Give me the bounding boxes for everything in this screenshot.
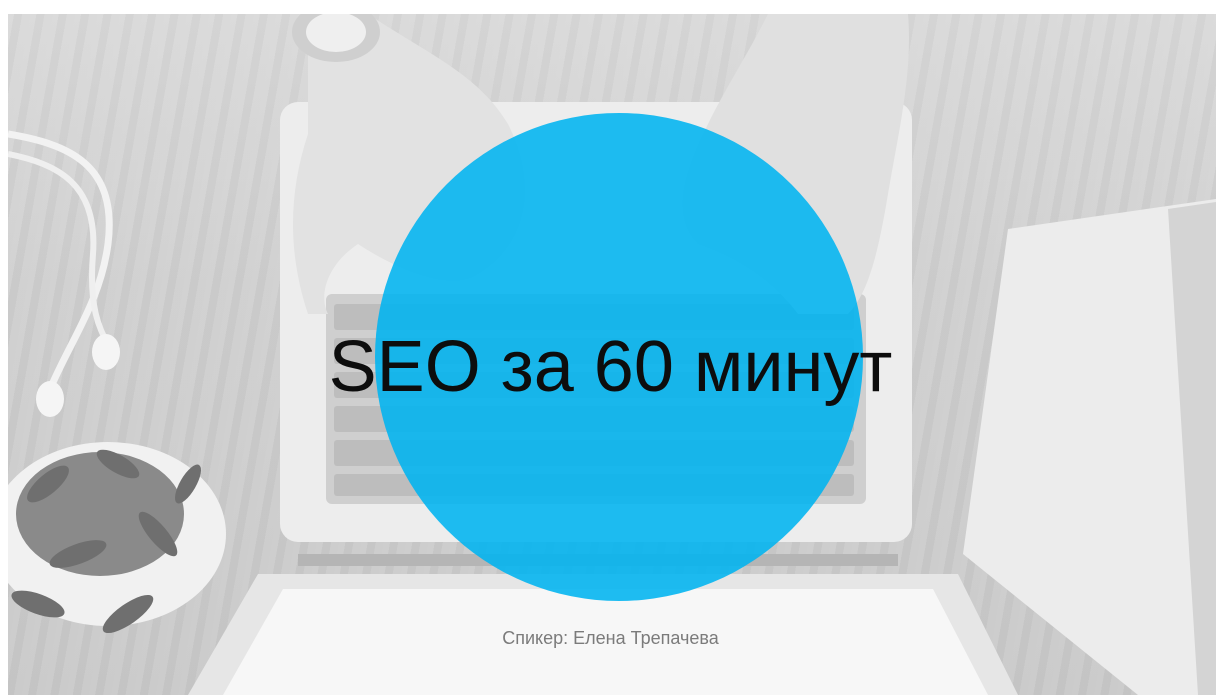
plant-soil [16,452,184,576]
presentation-slide: SEO за 60 минут Спикер: Елена Трепачева [0,0,1221,695]
earphone-cable-2 [8,151,111,346]
slide-title: SEO за 60 минут [328,327,893,407]
speaker-credit: Спикер: Елена Трепачева [502,628,719,648]
